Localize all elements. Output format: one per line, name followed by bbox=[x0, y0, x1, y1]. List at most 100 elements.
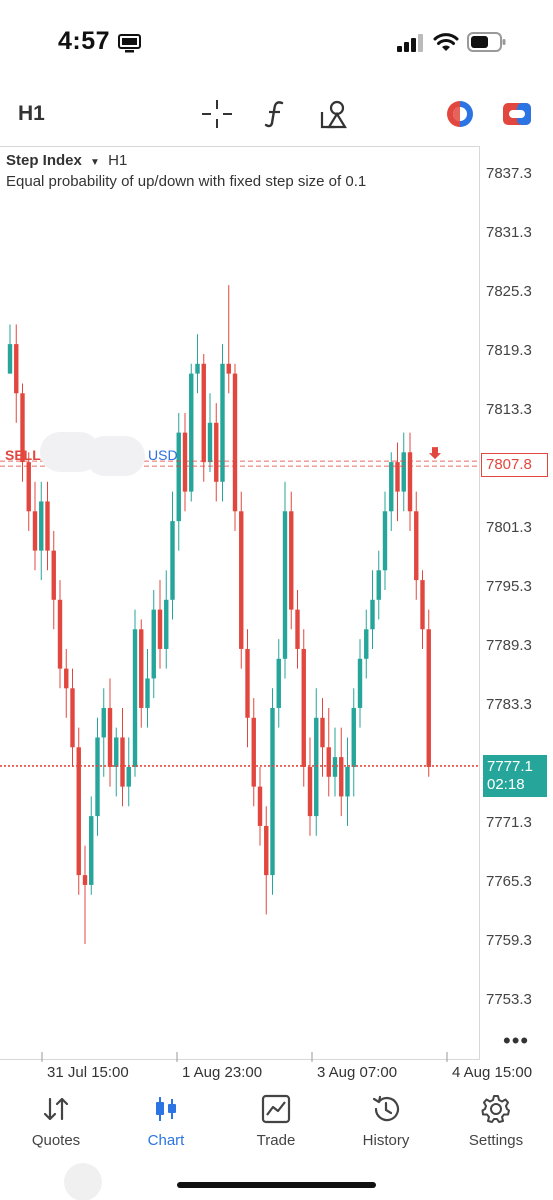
candle-up bbox=[382, 511, 388, 571]
candle-down bbox=[301, 648, 306, 767]
nav-trade[interactable]: Trade bbox=[226, 1088, 326, 1150]
current-price-tag: 7777.1 02:18 bbox=[483, 755, 547, 797]
home-indicator[interactable] bbox=[177, 1182, 376, 1188]
candle-up bbox=[189, 373, 194, 492]
more-options-icon[interactable]: ••• bbox=[503, 1028, 529, 1054]
candle-up bbox=[151, 609, 156, 679]
nav-label: Trade bbox=[256, 1132, 296, 1149]
price-axis-label: 7789.3 bbox=[486, 637, 532, 654]
symbol-header[interactable]: Step Index ▼ H1 bbox=[6, 152, 127, 169]
drawing-objects-icon[interactable] bbox=[318, 98, 352, 130]
nav-settings[interactable]: Settings bbox=[446, 1088, 546, 1150]
price-axis-label: 7813.3 bbox=[486, 401, 532, 418]
candle-down bbox=[64, 668, 69, 689]
price-axis-label: 7819.3 bbox=[486, 342, 532, 359]
crosshair-icon[interactable] bbox=[200, 98, 234, 130]
candle-down bbox=[289, 511, 294, 610]
candle-up bbox=[195, 363, 200, 374]
candle-up bbox=[114, 737, 119, 767]
candle-down bbox=[45, 501, 50, 551]
candle-down bbox=[232, 373, 238, 512]
candle-down bbox=[201, 363, 206, 463]
sell-price-tag: 7807.8 bbox=[481, 453, 548, 477]
candle-down bbox=[14, 344, 19, 394]
candle-up bbox=[207, 422, 213, 463]
candle-down bbox=[326, 747, 331, 777]
candle-up bbox=[270, 707, 275, 876]
nav-chart[interactable]: Chart bbox=[116, 1088, 216, 1150]
candle-up bbox=[95, 737, 100, 817]
sell-line-label[interactable]: SELL bbox=[5, 447, 41, 463]
candle-down bbox=[26, 462, 31, 512]
candle-down bbox=[120, 737, 125, 787]
timeframe-selector[interactable]: H1 bbox=[18, 102, 45, 126]
candle-up bbox=[132, 629, 138, 767]
candle-down bbox=[320, 717, 325, 748]
nav-quotes[interactable]: Quotes bbox=[6, 1088, 106, 1150]
price-axis-label: 7765.3 bbox=[486, 873, 532, 890]
candle-down bbox=[107, 707, 113, 767]
history-clock-icon bbox=[372, 1095, 400, 1122]
bottom-navigation: Quotes Chart Trade History Settings bbox=[0, 1088, 553, 1158]
nav-label: Quotes bbox=[31, 1132, 81, 1149]
candle-up bbox=[376, 570, 381, 600]
candle-down bbox=[182, 432, 188, 492]
time-axis-label: 3 Aug 07:00 bbox=[317, 1064, 398, 1081]
candle-up bbox=[351, 707, 356, 767]
candle-up bbox=[101, 707, 106, 738]
candle-up bbox=[345, 766, 350, 797]
candle-up bbox=[89, 816, 94, 885]
candle-up bbox=[170, 521, 175, 600]
chart-candles-icon bbox=[156, 1097, 176, 1121]
symbol-dropdown-icon[interactable]: ▼ bbox=[90, 157, 100, 168]
current-price: 7777.1 bbox=[487, 758, 533, 775]
symbol-timeframe: H1 bbox=[108, 152, 128, 169]
candle-up bbox=[7, 344, 13, 374]
candle-up bbox=[282, 511, 288, 659]
candle-down bbox=[414, 511, 419, 581]
status-time: 4:57 bbox=[58, 27, 111, 55]
candle-up bbox=[389, 462, 394, 512]
candle-down bbox=[139, 629, 144, 708]
candle-up bbox=[176, 432, 181, 522]
candle-up bbox=[145, 678, 150, 708]
candle-up bbox=[39, 501, 44, 551]
time-axis-label: 4 Aug 15:00 bbox=[452, 1064, 533, 1081]
sell-line-currency: USD bbox=[148, 447, 178, 463]
status-bar: 4:57 bbox=[0, 0, 553, 86]
candle-down bbox=[245, 648, 250, 718]
trading-circle-icon[interactable] bbox=[443, 98, 477, 130]
assistive-touch bbox=[64, 1163, 102, 1200]
candle-down bbox=[251, 717, 256, 787]
candle-down bbox=[226, 363, 231, 374]
candle-down bbox=[239, 511, 244, 649]
account-switch-icon[interactable] bbox=[500, 98, 534, 130]
time-axis-label: 31 Jul 15:00 bbox=[47, 1064, 129, 1081]
nav-label: Settings bbox=[468, 1132, 524, 1149]
candle-down bbox=[82, 875, 88, 885]
symbol-name: Step Index bbox=[6, 152, 82, 169]
price-axis-label: 7771.3 bbox=[486, 814, 532, 831]
time-axis-label: 1 Aug 23:00 bbox=[182, 1064, 263, 1081]
symbol-description: Equal probability of up/down with fixed … bbox=[6, 173, 367, 190]
candle-down bbox=[295, 609, 300, 649]
screen-mirroring-icon bbox=[118, 34, 141, 53]
battery-icon bbox=[467, 32, 506, 52]
candle-up bbox=[126, 766, 131, 787]
candle-up bbox=[220, 363, 225, 482]
candle-timer: 02:18 bbox=[487, 776, 525, 793]
indicator-f-icon[interactable] bbox=[260, 98, 294, 130]
candle-down bbox=[32, 511, 38, 551]
price-axis-label: 7837.3 bbox=[486, 165, 532, 182]
price-axis-label: 7759.3 bbox=[486, 932, 532, 949]
candle-up bbox=[370, 599, 375, 630]
nav-history[interactable]: History bbox=[336, 1088, 436, 1150]
candle-down bbox=[420, 580, 425, 630]
price-axis-label: 7783.3 bbox=[486, 696, 532, 713]
candle-up bbox=[357, 658, 363, 708]
sell-arrow-icon bbox=[429, 447, 441, 460]
candle-up bbox=[314, 717, 319, 817]
candlestick-chart[interactable] bbox=[0, 146, 553, 1080]
obscured-area bbox=[85, 436, 145, 476]
quotes-arrows-icon bbox=[43, 1097, 69, 1121]
